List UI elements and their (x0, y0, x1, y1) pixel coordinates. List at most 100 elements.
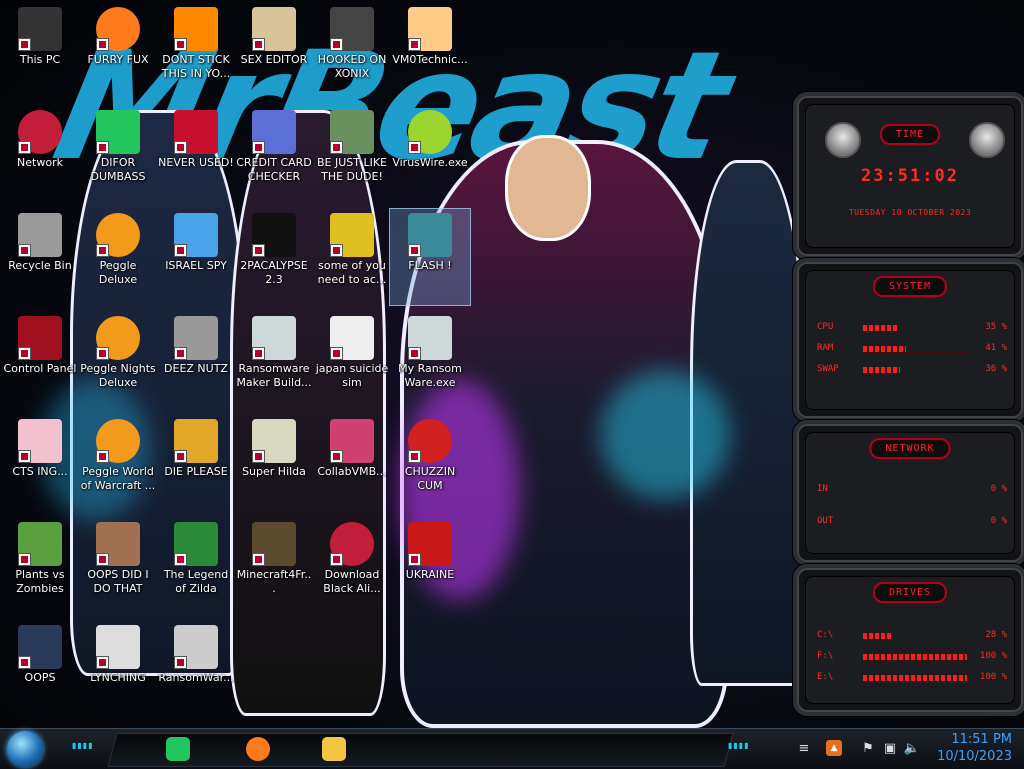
desktop-icon[interactable]: UKRAINE (390, 518, 470, 614)
desktop-icon[interactable]: Plants vs Zombies (0, 518, 80, 614)
metric-row: C:\ 28 % (817, 630, 1007, 644)
desktop-icon-label: The Legend of Zilda (163, 568, 229, 595)
desktop-icon-label: Plants vs Zombies (15, 568, 65, 595)
desktop-icon[interactable]: Peggle World of Warcraft ... (78, 415, 158, 511)
metric-bar-fill (863, 346, 906, 352)
skull-icon (174, 625, 218, 669)
desktop-icon[interactable]: NEVER USED! (156, 106, 236, 202)
firefox-taskbar-button[interactable] (242, 733, 274, 765)
network-tray-icon[interactable]: ▣ (882, 740, 898, 756)
desktop-icon[interactable]: RansomWar... (156, 621, 236, 717)
desktop-icon[interactable]: FURRY FUX (78, 3, 158, 99)
network-icon (18, 110, 62, 154)
peggle-icon (96, 213, 140, 257)
flag-tray-icon[interactable]: ⚑ (860, 740, 876, 756)
windows-stack-icon (174, 316, 218, 360)
file-explorer-taskbar-button[interactable] (318, 733, 350, 765)
desktop-icon[interactable]: Control Panel (0, 312, 80, 408)
desktop-icon[interactable]: FLASH ! (389, 208, 471, 306)
taskbar-clock[interactable]: 11:51 PM 10/10/2023 (937, 731, 1012, 765)
metric-row: RAM 41 % (817, 343, 1007, 357)
desktop-icon[interactable]: HOOKED ON XONIX (312, 3, 392, 99)
desktop-icon[interactable]: Peggle Deluxe (78, 209, 158, 305)
shortcut-arrow-icon (408, 38, 421, 51)
desktop-icon[interactable]: japan suicide sim (312, 312, 392, 408)
time-panel-title: TIME (879, 124, 941, 145)
metric-value: 35 % (985, 322, 1007, 332)
desktop-icon-label: ISRAEL SPY (165, 259, 227, 272)
desktop-icon[interactable]: This PC (0, 3, 80, 99)
desktop-icon-label: Super Hilda (242, 465, 306, 478)
desktop-icon-label: My Ransom Ware.exe (398, 362, 462, 389)
shortcut-arrow-icon (330, 38, 343, 51)
dev-cpp-icon (174, 110, 218, 154)
metric-row: CPU 35 % (817, 322, 1007, 336)
taskbar: ▮▮▮▮ ▮▮▮▮ ≡ ▲ ⚑ ▣ 🔈 11:51 PM 10/10/2023 (0, 728, 1024, 769)
desktop-icon-label: Peggle Deluxe (98, 259, 138, 286)
start-button[interactable] (7, 731, 43, 767)
metric-key: RAM (817, 343, 834, 353)
desktop-icon[interactable]: VirusWire.exe (390, 106, 470, 202)
desktop-icon[interactable]: Download Black Ali... (312, 518, 392, 614)
metric-bar (863, 519, 967, 526)
desktop-icon[interactable]: Network (0, 106, 80, 202)
chat-app-taskbar-button[interactable] (162, 733, 194, 765)
volume-tray-icon[interactable]: 🔈 (904, 740, 920, 756)
stripes-tray-icon[interactable]: ≡ (796, 740, 812, 756)
desktop-icon[interactable]: OOPS DID I DO THAT (78, 518, 158, 614)
desktop-icon[interactable]: some of you need to ac... (312, 209, 392, 305)
desktop-icon[interactable]: DONT STICK THIS IN YO... (156, 3, 236, 99)
cartoon-icon (18, 419, 62, 463)
desktop-icon[interactable]: OOPS (0, 621, 80, 717)
taskbar-decoration: ▮▮▮▮ (72, 741, 94, 750)
metric-value: 0 % (990, 516, 1007, 526)
desktop-icon[interactable]: Super Hilda (234, 415, 314, 511)
firefox-icon (246, 737, 270, 761)
xonix-icon (330, 7, 374, 51)
desktop-icon[interactable]: SEX EDITOR (234, 3, 314, 99)
flash-icon (408, 213, 452, 257)
desktop-icon-label: CollabVMB... (317, 465, 387, 478)
desktop-icon[interactable]: Ransomware Maker Build... (234, 312, 314, 408)
desktop-icon[interactable]: DIE PLEASE (156, 415, 236, 511)
peggle-icon (96, 419, 140, 463)
desktop-icon[interactable]: 2PACALYPSE 2.3 (234, 209, 314, 305)
desktop-icon-label: BE JUST LIKE THE DUDE! (316, 156, 388, 183)
desktop-icon[interactable]: LYNCHING (78, 621, 158, 717)
time-panel: TIME 23:51:02 TUESDAY 10 OCTOBER 2023 (793, 92, 1024, 260)
metric-bar (863, 367, 967, 374)
widget-date: TUESDAY 10 OCTOBER 2023 (848, 208, 972, 217)
shortcut-arrow-icon (252, 347, 265, 360)
desktop-icon[interactable]: The Legend of Zilda (156, 518, 236, 614)
recycle-bin-icon (18, 213, 62, 257)
desktop-icon-label: RansomWar... (158, 671, 234, 684)
desktop-icon[interactable]: BE JUST LIKE THE DUDE! (312, 106, 392, 202)
metric-value: 0 % (990, 484, 1007, 494)
plants-icon (18, 522, 62, 566)
desktop-icon[interactable]: Minecraft4Fr... (234, 518, 314, 614)
desktop-icon[interactable]: CollabVMB... (312, 415, 392, 511)
shortcut-arrow-icon (330, 244, 343, 257)
desktop-icon[interactable]: CTS ING... (0, 415, 80, 511)
pixel-icon (252, 419, 296, 463)
desktop-icon[interactable]: DEEZ NUTZ (156, 312, 236, 408)
shortcut-arrow-icon (330, 347, 343, 360)
desktop-icon-label: FLASH ! (408, 259, 452, 272)
desktop-icon[interactable]: ISRAEL SPY (156, 209, 236, 305)
desktop-icon[interactable]: CHUZZIN CUM (390, 415, 470, 511)
desktop-icon[interactable]: Recycle Bin (0, 209, 80, 305)
desktop-icon[interactable]: VM0Technic... (390, 3, 470, 99)
desktop-icon[interactable]: DIFOR DUMBASS (78, 106, 158, 202)
desktop-icon[interactable]: Peggle Nights Deluxe (78, 312, 158, 408)
lynching-icon (96, 625, 140, 669)
desktop-icon-label: CTS ING... (12, 465, 68, 478)
system-panel-title: SYSTEM (872, 276, 948, 297)
taskbar-date: 10/10/2023 (937, 749, 1012, 764)
shortcut-arrow-icon (330, 141, 343, 154)
desktop-icon[interactable]: CREDIT CARD CHECKER (234, 106, 314, 202)
app-tray-icon[interactable]: ▲ (826, 740, 842, 756)
desktop-icon[interactable]: My Ransom Ware.exe (390, 312, 470, 408)
widget-clock: 23:51:02 (861, 166, 959, 186)
link-icon (174, 522, 218, 566)
metric-bar (863, 633, 967, 640)
